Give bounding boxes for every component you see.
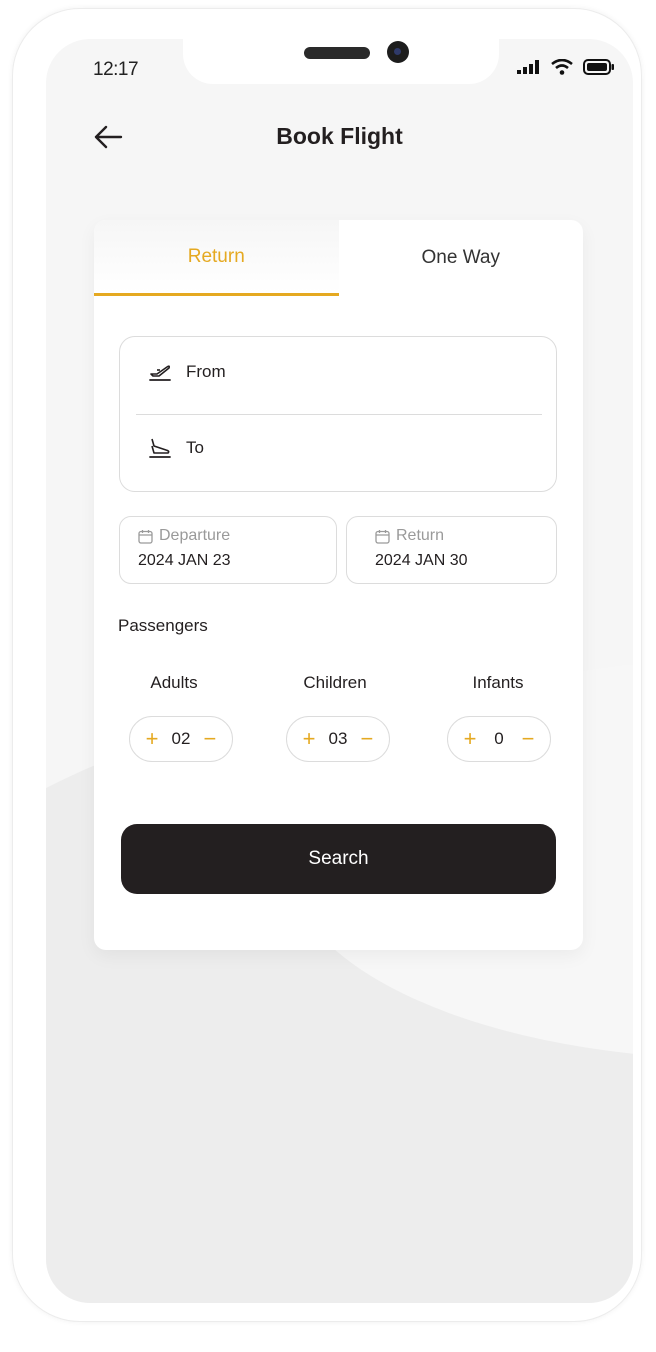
trip-type-tabs: Return One Way (94, 220, 583, 296)
signal-icon (517, 60, 539, 74)
children-label: Children (303, 673, 367, 692)
children-stepper: + 03 − (286, 716, 390, 762)
adults-increment-button[interactable]: + (142, 728, 162, 750)
route-divider (136, 414, 542, 415)
return-label-row: Return (375, 527, 444, 545)
return-date-field[interactable]: Return 2024 JAN 30 (346, 516, 557, 584)
to-label: To (186, 438, 204, 457)
departure-value: 2024 JAN 23 (138, 552, 231, 569)
children-increment-button[interactable]: + (299, 728, 319, 750)
wifi-icon (551, 59, 573, 75)
adults-count: 02 (171, 729, 191, 748)
route-selector: From To (119, 336, 557, 492)
from-label: From (186, 362, 226, 381)
calendar-icon (375, 529, 390, 544)
infants-stepper: + 0 − (447, 716, 551, 762)
infants-label: Infants (472, 673, 524, 692)
children-decrement-button[interactable]: − (357, 728, 377, 750)
takeoff-icon (149, 365, 171, 381)
infants-count: 0 (494, 729, 504, 748)
calendar-icon (138, 529, 153, 544)
return-value: 2024 JAN 30 (375, 552, 468, 569)
from-field[interactable]: From (148, 361, 226, 383)
infants-increment-button[interactable]: + (460, 728, 480, 750)
app-screen: 12:17 Book Flight Return One Way From To… (46, 39, 633, 1303)
children-count: 03 (328, 729, 348, 748)
page-title: Book Flight (276, 123, 403, 149)
adults-decrement-button[interactable]: − (200, 728, 220, 750)
to-field[interactable]: To (148, 437, 204, 459)
landing-icon (149, 438, 171, 458)
passengers-heading: Passengers (118, 616, 208, 635)
battery-icon (583, 59, 614, 75)
adults-stepper: + 02 − (129, 716, 233, 762)
return-label: Return (396, 527, 445, 544)
phone-frame: 12:17 Book Flight Return One Way From To… (12, 8, 642, 1322)
status-time: 12:17 (93, 59, 139, 80)
departure-label: Departure (159, 527, 231, 544)
departure-date-field[interactable]: Departure 2024 JAN 23 (119, 516, 337, 584)
adults-label: Adults (150, 673, 198, 692)
tab-one-way[interactable]: One Way (339, 220, 584, 296)
departure-label-row: Departure (138, 527, 230, 545)
tab-return[interactable]: Return (94, 220, 339, 296)
infants-decrement-button[interactable]: − (518, 728, 538, 750)
front-camera (387, 41, 409, 63)
booking-card: Return One Way From To Departure 2024 JA… (94, 220, 583, 950)
status-icons (517, 59, 615, 75)
device-notch (183, 39, 499, 84)
speaker-grille (304, 47, 370, 59)
search-button[interactable]: Search (121, 824, 556, 894)
